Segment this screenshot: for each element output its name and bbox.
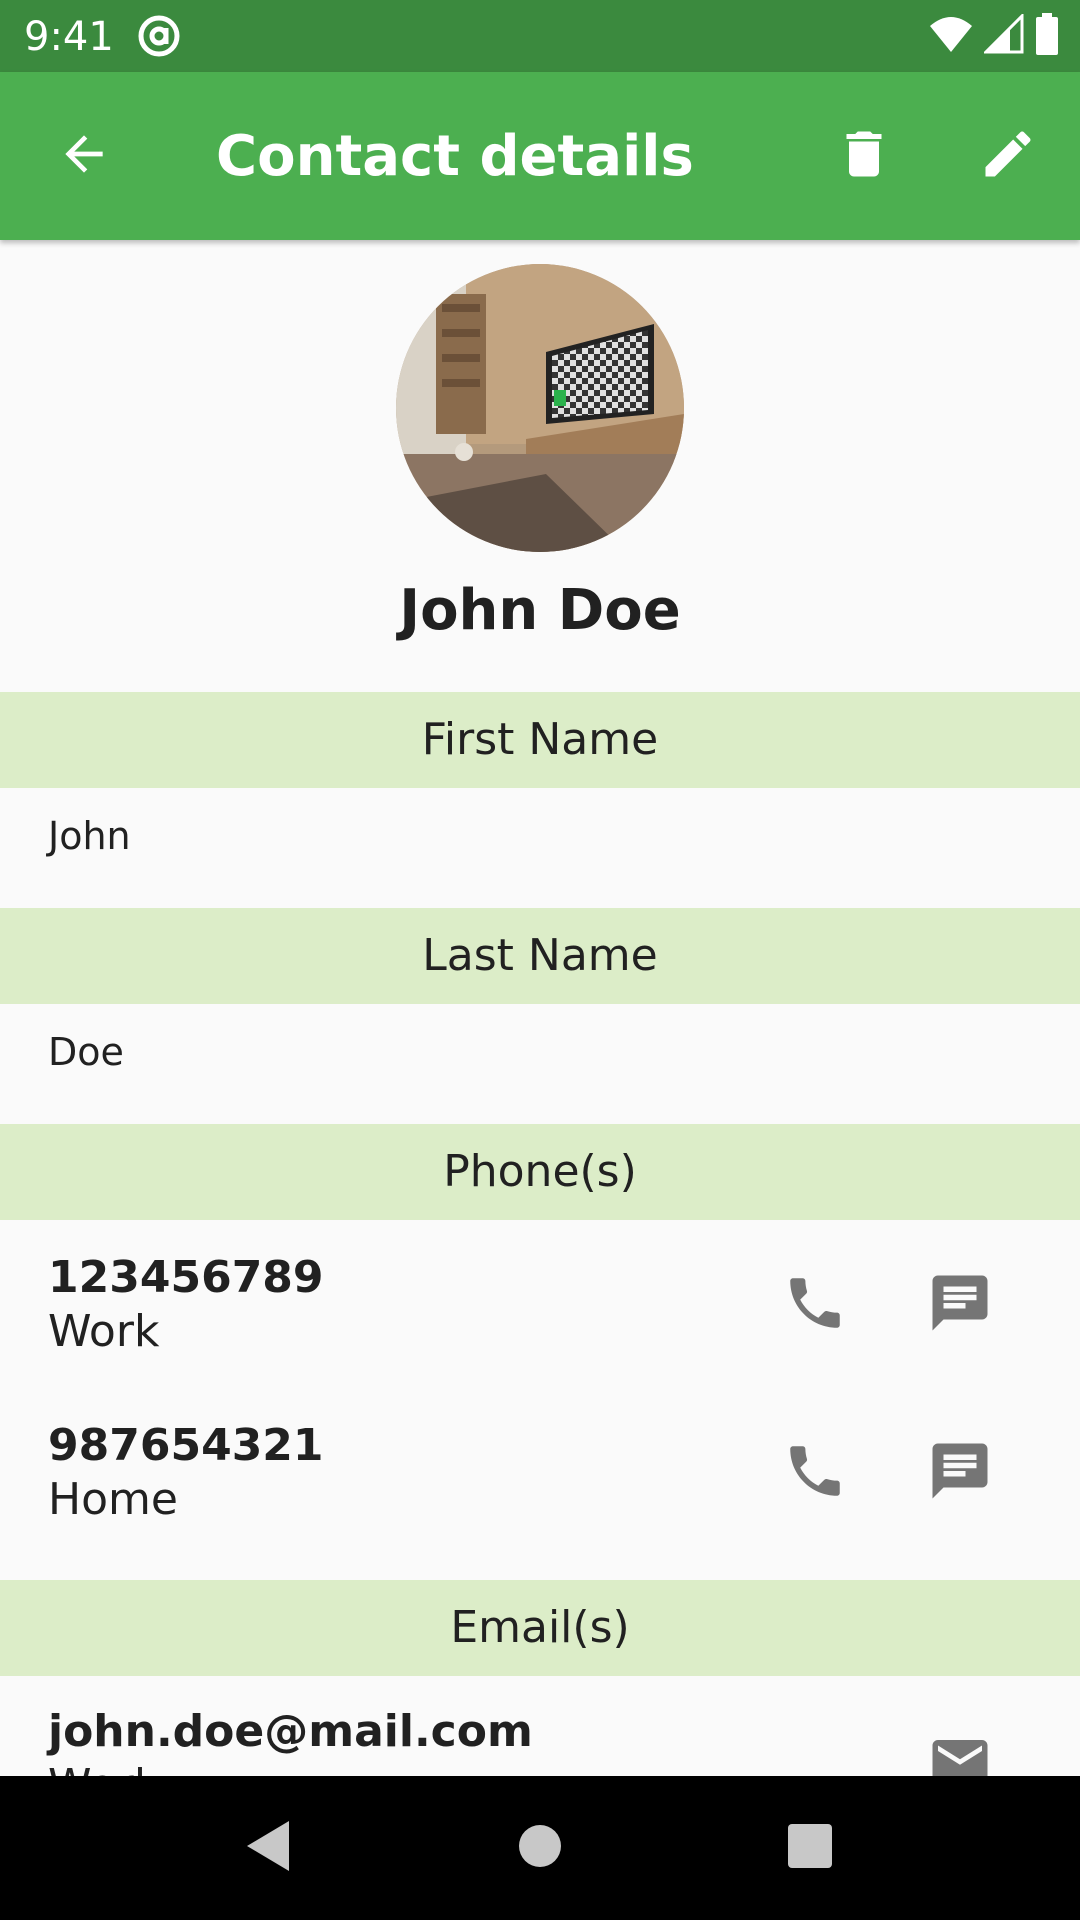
call-button[interactable] bbox=[775, 1265, 855, 1345]
nav-back-button[interactable] bbox=[218, 1798, 318, 1898]
phone-icon bbox=[782, 1270, 848, 1341]
call-button[interactable] bbox=[775, 1433, 855, 1513]
phone-label: Work bbox=[48, 1306, 160, 1357]
message-button[interactable] bbox=[920, 1433, 1000, 1513]
phone-icon bbox=[782, 1438, 848, 1509]
square-recents-icon bbox=[787, 1823, 833, 1874]
contact-name: John Doe bbox=[399, 578, 681, 643]
edit-button[interactable] bbox=[964, 112, 1052, 200]
phone-label: Home bbox=[48, 1474, 178, 1525]
section-header-last-name: Last Name bbox=[0, 908, 1080, 1004]
page-title: Contact details bbox=[216, 124, 694, 189]
triangle-back-icon bbox=[243, 1819, 293, 1878]
trash-icon bbox=[834, 124, 894, 189]
phone-number: 123456789 bbox=[48, 1252, 324, 1303]
cell-signal-icon bbox=[982, 11, 1024, 59]
section-header-emails: Email(s) bbox=[0, 1580, 1080, 1676]
mail-icon bbox=[927, 1729, 993, 1776]
section-header-first-name: First Name bbox=[0, 692, 1080, 788]
first-name-value: John bbox=[48, 814, 131, 858]
send-email-button[interactable] bbox=[920, 1724, 1000, 1776]
at-sign-icon bbox=[137, 14, 181, 58]
message-button[interactable] bbox=[920, 1265, 1000, 1345]
app-bar: Contact details bbox=[0, 72, 1080, 240]
battery-icon bbox=[1034, 12, 1060, 60]
last-name-value: Doe bbox=[48, 1030, 124, 1074]
circle-home-icon bbox=[517, 1823, 563, 1874]
system-navigation-bar bbox=[0, 1776, 1080, 1920]
contact-details-content[interactable]: John Doe First Name John Last Name Doe P… bbox=[0, 240, 1080, 1776]
message-icon bbox=[927, 1438, 993, 1509]
status-bar: 9:41 bbox=[0, 0, 1080, 72]
phone-number: 987654321 bbox=[48, 1420, 324, 1471]
nav-recents-button[interactable] bbox=[760, 1798, 860, 1898]
status-time: 9:41 bbox=[24, 14, 114, 60]
delete-button[interactable] bbox=[820, 112, 908, 200]
avatar bbox=[396, 264, 684, 552]
email-label: Work bbox=[48, 1760, 159, 1776]
back-button[interactable] bbox=[40, 112, 128, 200]
section-header-phones: Phone(s) bbox=[0, 1124, 1080, 1220]
email-address: john.doe@mail.com bbox=[48, 1706, 533, 1757]
nav-home-button[interactable] bbox=[490, 1798, 590, 1898]
arrow-back-icon bbox=[56, 126, 112, 187]
status-icons bbox=[928, 11, 1060, 60]
pencil-icon bbox=[978, 124, 1038, 189]
message-icon bbox=[927, 1270, 993, 1341]
wifi-icon bbox=[928, 14, 974, 59]
